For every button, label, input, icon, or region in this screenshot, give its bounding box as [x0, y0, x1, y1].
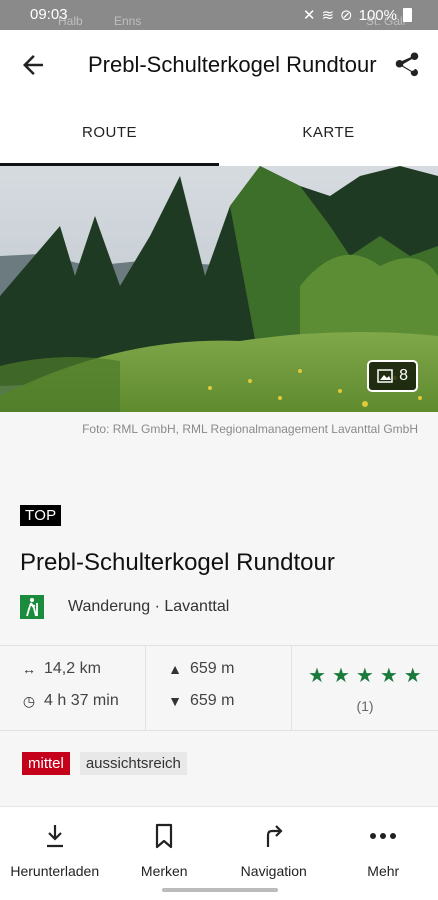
star-icon: ★ [308, 665, 326, 687]
tour-category-region: Wanderung · Lavanttal [68, 598, 229, 616]
share-icon[interactable] [392, 50, 422, 80]
tab-karte[interactable]: KARTE [219, 98, 438, 166]
duration-value: 4 h 37 min [44, 692, 119, 709]
download-label: Herunterladen [10, 863, 100, 879]
navigation-label: Navigation [240, 863, 307, 879]
wifi-icon: ≋ [321, 7, 335, 24]
bookmark-label: Merken [140, 863, 188, 879]
tour-category: Wanderung [68, 598, 151, 615]
status-icons: ✕ ≋ ⊘ 100% [303, 6, 412, 24]
arrow-left-icon[interactable] [18, 50, 48, 80]
hero-photo[interactable]: 8 [0, 166, 438, 412]
star-icon: ★ [403, 665, 422, 687]
download-button[interactable]: Herunterladen [0, 807, 110, 900]
distance-value: 14,2 km [44, 660, 101, 677]
star-icon: ★ [355, 665, 374, 687]
hiking-icon [20, 595, 44, 619]
background-label: Enns [114, 14, 142, 28]
stats-panel: ↔ 14,2 km ◷ 4 h 37 min ▲ 659 m ▼ 659 m ★… [0, 645, 438, 731]
stats-distance-duration: ↔ 14,2 km ◷ 4 h 37 min [0, 646, 146, 730]
star-icon: ★ [331, 665, 350, 687]
dnd-icon: ⊘ [340, 7, 353, 24]
battery-level: 100% [358, 6, 397, 24]
more-icon [329, 821, 438, 851]
distance-icon: ↔ [22, 661, 36, 677]
property-tag: aussichtsreich [79, 752, 187, 775]
clock-icon: ◷ [22, 692, 36, 709]
tour-title: Prebl-Schulterkogel Rundtour [20, 549, 335, 576]
page-title: Prebl-Schulterkogel Rundtour [88, 52, 377, 77]
stats-elevation: ▲ 659 m ▼ 659 m [146, 646, 292, 730]
difficulty-badge: mittel [22, 752, 70, 775]
image-icon [377, 369, 393, 383]
status-bar: 09:03 Halb Enns St. Gall ✕ ≋ ⊘ 100% [0, 0, 438, 30]
ascent-icon: ▲ [168, 661, 182, 677]
stats-rating[interactable]: ★ ★ ★ ★ ★ (1) [292, 646, 438, 730]
star-rating: ★ ★ ★ ★ ★ [308, 663, 422, 688]
tour-region: Lavanttal [164, 598, 230, 615]
bottom-navigation: Herunterladen Merken Navigation Mehr [0, 806, 438, 900]
turn-right-icon [219, 821, 329, 851]
top-badge: TOP [20, 505, 62, 526]
ascent-value: 659 m [190, 660, 235, 677]
navigation-button[interactable]: Navigation [219, 807, 329, 900]
descent-value: 659 m [190, 692, 235, 709]
mute-icon: ✕ [302, 7, 316, 24]
duration-row: ◷ 4 h 37 min [20, 692, 119, 710]
photo-credit: Foto: RML GmbH, RML Regionalmanagement L… [82, 422, 418, 436]
home-indicator[interactable] [162, 888, 278, 892]
photo-count: 8 [399, 367, 408, 384]
bookmark-icon [110, 821, 220, 851]
more-button[interactable]: Mehr [329, 807, 438, 900]
star-icon: ★ [379, 665, 398, 687]
rating-count: (1) [356, 698, 374, 714]
descent-icon: ▼ [168, 693, 182, 709]
tab-bar: ROUTE KARTE [0, 98, 438, 166]
photo-gallery-button[interactable]: 8 [367, 360, 418, 392]
tour-meta: Wanderung · Lavanttal [20, 594, 229, 620]
descent-row: ▼ 659 m [166, 692, 234, 710]
tag-list: mittel aussichtsreich [22, 752, 187, 775]
more-label: Mehr [367, 863, 400, 879]
distance-row: ↔ 14,2 km [20, 660, 101, 678]
bookmark-button[interactable]: Merken [110, 807, 220, 900]
battery-icon [403, 8, 412, 22]
download-icon [0, 821, 110, 851]
app-bar: Prebl-Schulterkogel Rundtour [0, 30, 438, 98]
background-label: Halb [58, 14, 83, 28]
ascent-row: ▲ 659 m [166, 660, 234, 678]
meta-separator: · [154, 598, 160, 615]
tab-route[interactable]: ROUTE [0, 98, 219, 166]
